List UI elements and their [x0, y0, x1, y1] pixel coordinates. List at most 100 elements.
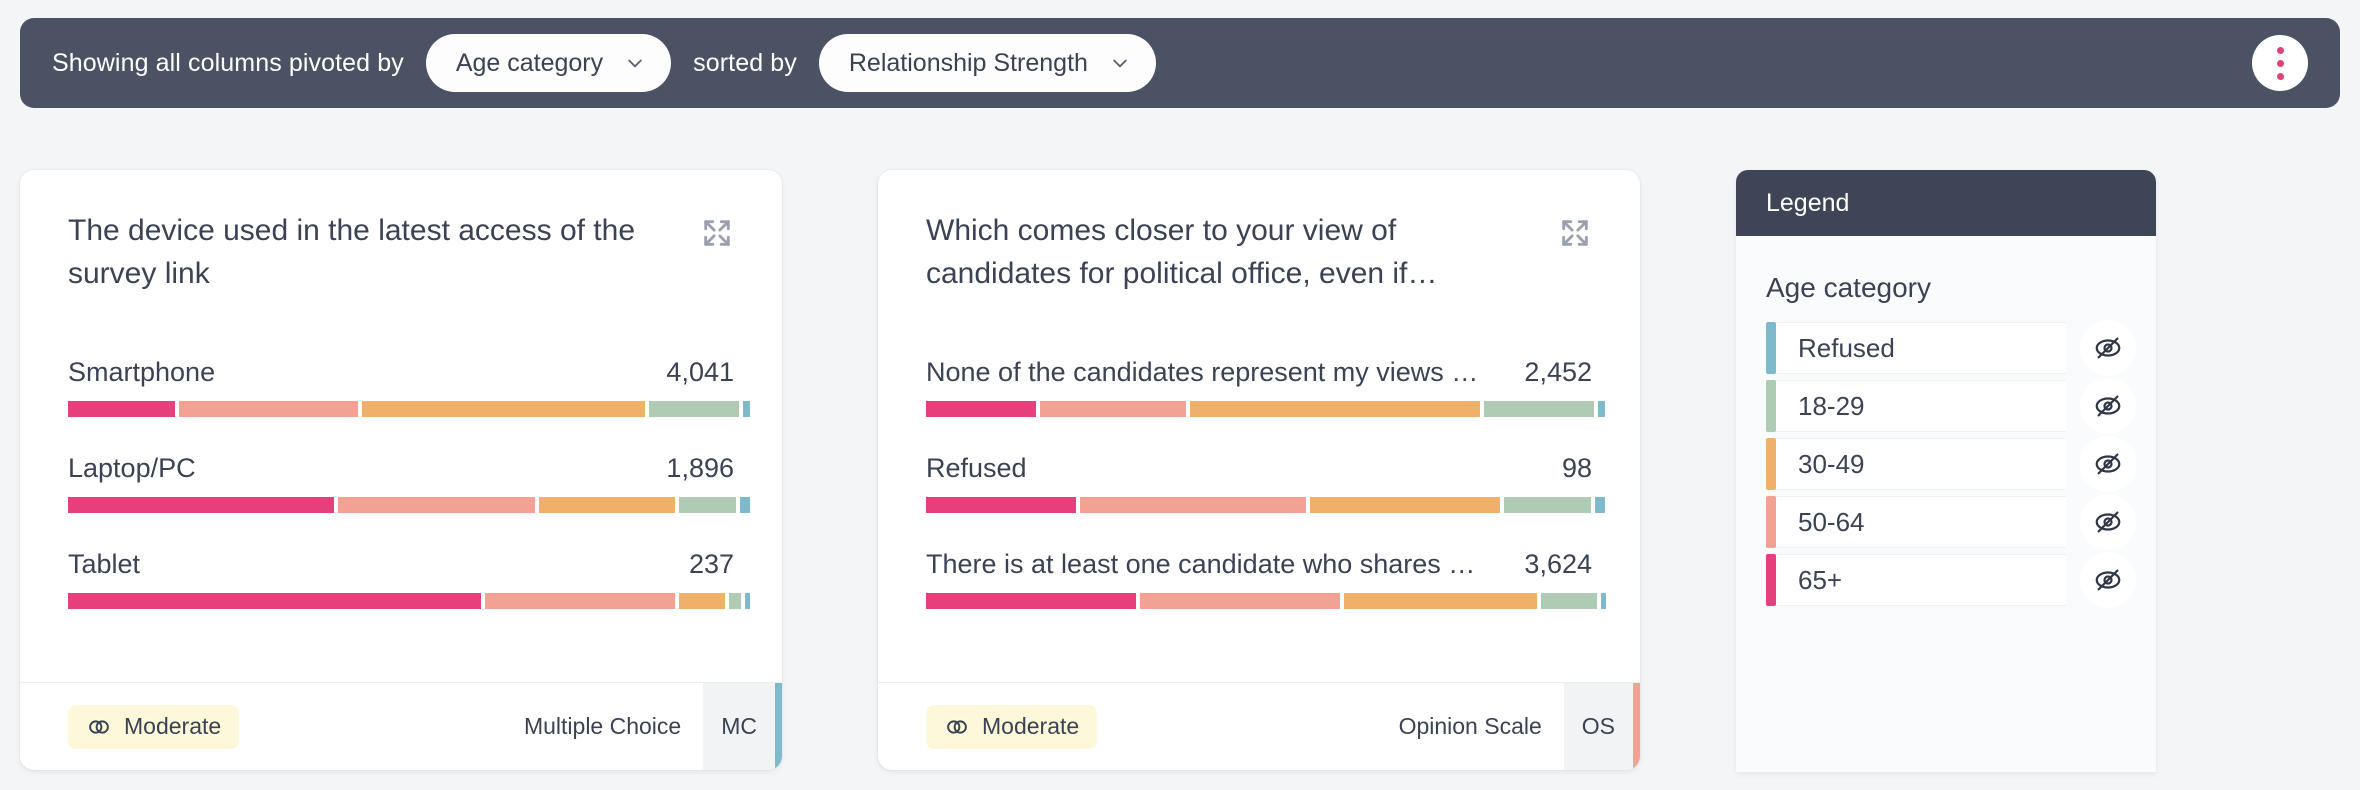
legend-title: Legend	[1766, 189, 1849, 218]
bar-segment[interactable]	[729, 593, 741, 609]
bar-segment[interactable]	[679, 497, 736, 513]
bar-segment[interactable]	[1601, 593, 1606, 609]
bar-row-value: 4,041	[666, 357, 734, 388]
expand-arrows-icon[interactable]	[700, 216, 734, 250]
bar-rows: Smartphone 4,041 Laptop/PC1,896 Tablet237	[68, 357, 734, 609]
eye-off-icon	[2093, 449, 2123, 479]
bar-row[interactable]: Smartphone 4,041	[68, 357, 734, 417]
stacked-bar	[926, 593, 1592, 609]
legend-item-label: 30-49	[1776, 438, 2066, 490]
legend-item[interactable]: 30-49	[1766, 438, 2136, 490]
bar-segment[interactable]	[1140, 593, 1340, 609]
chevron-down-icon	[1110, 53, 1130, 73]
legend-item-label: 65+	[1776, 554, 2066, 606]
bar-row[interactable]: Tablet237	[68, 549, 734, 609]
legend-item[interactable]: Refused	[1766, 322, 2136, 374]
legend-item-label: 50-64	[1776, 496, 2066, 548]
card-body: The device used in the latest access of …	[20, 170, 782, 682]
question-type-label: Multiple Choice	[524, 683, 703, 770]
eye-off-icon	[2093, 565, 2123, 595]
card-footer: Moderate Multiple Choice MC	[20, 682, 782, 770]
bar-segment[interactable]	[926, 593, 1136, 609]
bar-segment[interactable]	[68, 401, 175, 417]
question-card: Which comes closer to your view of candi…	[878, 170, 1640, 770]
stacked-bar	[68, 497, 734, 513]
bar-segment[interactable]	[1190, 401, 1480, 417]
legend-item[interactable]: 18-29	[1766, 380, 2136, 432]
link-rings-icon	[944, 714, 970, 740]
toggle-visibility-button[interactable]	[2080, 320, 2136, 376]
bar-segment[interactable]	[338, 497, 534, 513]
bar-row-label: Smartphone	[68, 357, 215, 388]
toggle-visibility-button[interactable]	[2080, 494, 2136, 550]
bar-row[interactable]: None of the candidates represent my view…	[926, 357, 1592, 417]
legend-item-label: Refused	[1776, 322, 2066, 374]
toggle-visibility-button[interactable]	[2080, 436, 2136, 492]
question-type-code: MC	[703, 683, 775, 770]
card-footer: Moderate Opinion Scale OS	[878, 682, 1640, 770]
bar-row-value: 98	[1562, 453, 1592, 484]
question-type-code: OS	[1564, 683, 1633, 770]
pivot-toolbar: Showing all columns pivoted by Age categ…	[20, 18, 2340, 108]
bar-row[interactable]: Refused98	[926, 453, 1592, 513]
bar-segment[interactable]	[1310, 497, 1500, 513]
card-body: Which comes closer to your view of candi…	[878, 170, 1640, 682]
bar-segment[interactable]	[926, 497, 1076, 513]
sort-column-dropdown[interactable]: Relationship Strength	[819, 34, 1156, 92]
bar-segment[interactable]	[1080, 497, 1306, 513]
bar-segment[interactable]	[1040, 401, 1187, 417]
question-type-group: Opinion Scale OS	[1399, 683, 1640, 770]
legend-items: Refused 18-29 30-49 50-64 65+	[1736, 314, 2156, 606]
card-title: The device used in the latest access of …	[68, 210, 668, 295]
cards-container: The device used in the latest access of …	[20, 170, 2340, 790]
bar-row-header: Smartphone 4,041	[68, 357, 734, 388]
bar-segment[interactable]	[1595, 497, 1605, 513]
toggle-visibility-button[interactable]	[2080, 378, 2136, 434]
bar-row-label: Tablet	[68, 549, 140, 580]
question-card: The device used in the latest access of …	[20, 170, 782, 770]
bar-segment[interactable]	[1541, 593, 1598, 609]
bar-row-header: Tablet237	[68, 549, 734, 580]
bar-row-header: Laptop/PC1,896	[68, 453, 734, 484]
bar-segment[interactable]	[1484, 401, 1594, 417]
bar-segment[interactable]	[740, 497, 750, 513]
bar-segment[interactable]	[1344, 593, 1537, 609]
card-header: Which comes closer to your view of candi…	[926, 210, 1592, 295]
bar-segment[interactable]	[1504, 497, 1591, 513]
bar-segment[interactable]	[745, 593, 750, 609]
bar-segment[interactable]	[539, 497, 676, 513]
bar-segment[interactable]	[649, 401, 739, 417]
legend-item[interactable]: 65+	[1766, 554, 2136, 606]
bar-segment[interactable]	[68, 593, 481, 609]
expand-arrows-icon[interactable]	[1558, 216, 1592, 250]
bar-segment[interactable]	[362, 401, 645, 417]
question-type-label: Opinion Scale	[1399, 683, 1564, 770]
chevron-down-icon	[625, 53, 645, 73]
bar-row[interactable]: There is at least one candidate who shar…	[926, 549, 1592, 609]
legend-color-swatch	[1766, 438, 1776, 490]
bar-segment[interactable]	[179, 401, 359, 417]
question-type-accent-bar	[1633, 683, 1640, 770]
toggle-visibility-button[interactable]	[2080, 552, 2136, 608]
bar-segment[interactable]	[68, 497, 334, 513]
bar-segment[interactable]	[1598, 401, 1605, 417]
relationship-strength-badge: Moderate	[68, 705, 239, 749]
stacked-bar	[926, 497, 1592, 513]
legend-header: Legend	[1736, 170, 2156, 236]
bar-segment[interactable]	[743, 401, 750, 417]
bar-row[interactable]: Laptop/PC1,896	[68, 453, 734, 513]
card-header: The device used in the latest access of …	[68, 210, 734, 295]
link-rings-icon	[86, 714, 112, 740]
legend-item[interactable]: 50-64	[1766, 496, 2136, 548]
pivot-column-dropdown[interactable]: Age category	[426, 34, 671, 92]
bar-segment[interactable]	[926, 401, 1036, 417]
bar-row-label: None of the candidates represent my view…	[926, 357, 1478, 388]
kebab-menu-button[interactable]	[2252, 35, 2308, 91]
bar-segment[interactable]	[679, 593, 726, 609]
bar-segment[interactable]	[485, 593, 675, 609]
sort-column-value: Relationship Strength	[849, 49, 1088, 78]
legend-group-title: Age category	[1736, 236, 2156, 314]
bar-row-value: 1,896	[666, 453, 734, 484]
eye-off-icon	[2093, 507, 2123, 537]
question-type-accent-bar	[775, 683, 782, 770]
